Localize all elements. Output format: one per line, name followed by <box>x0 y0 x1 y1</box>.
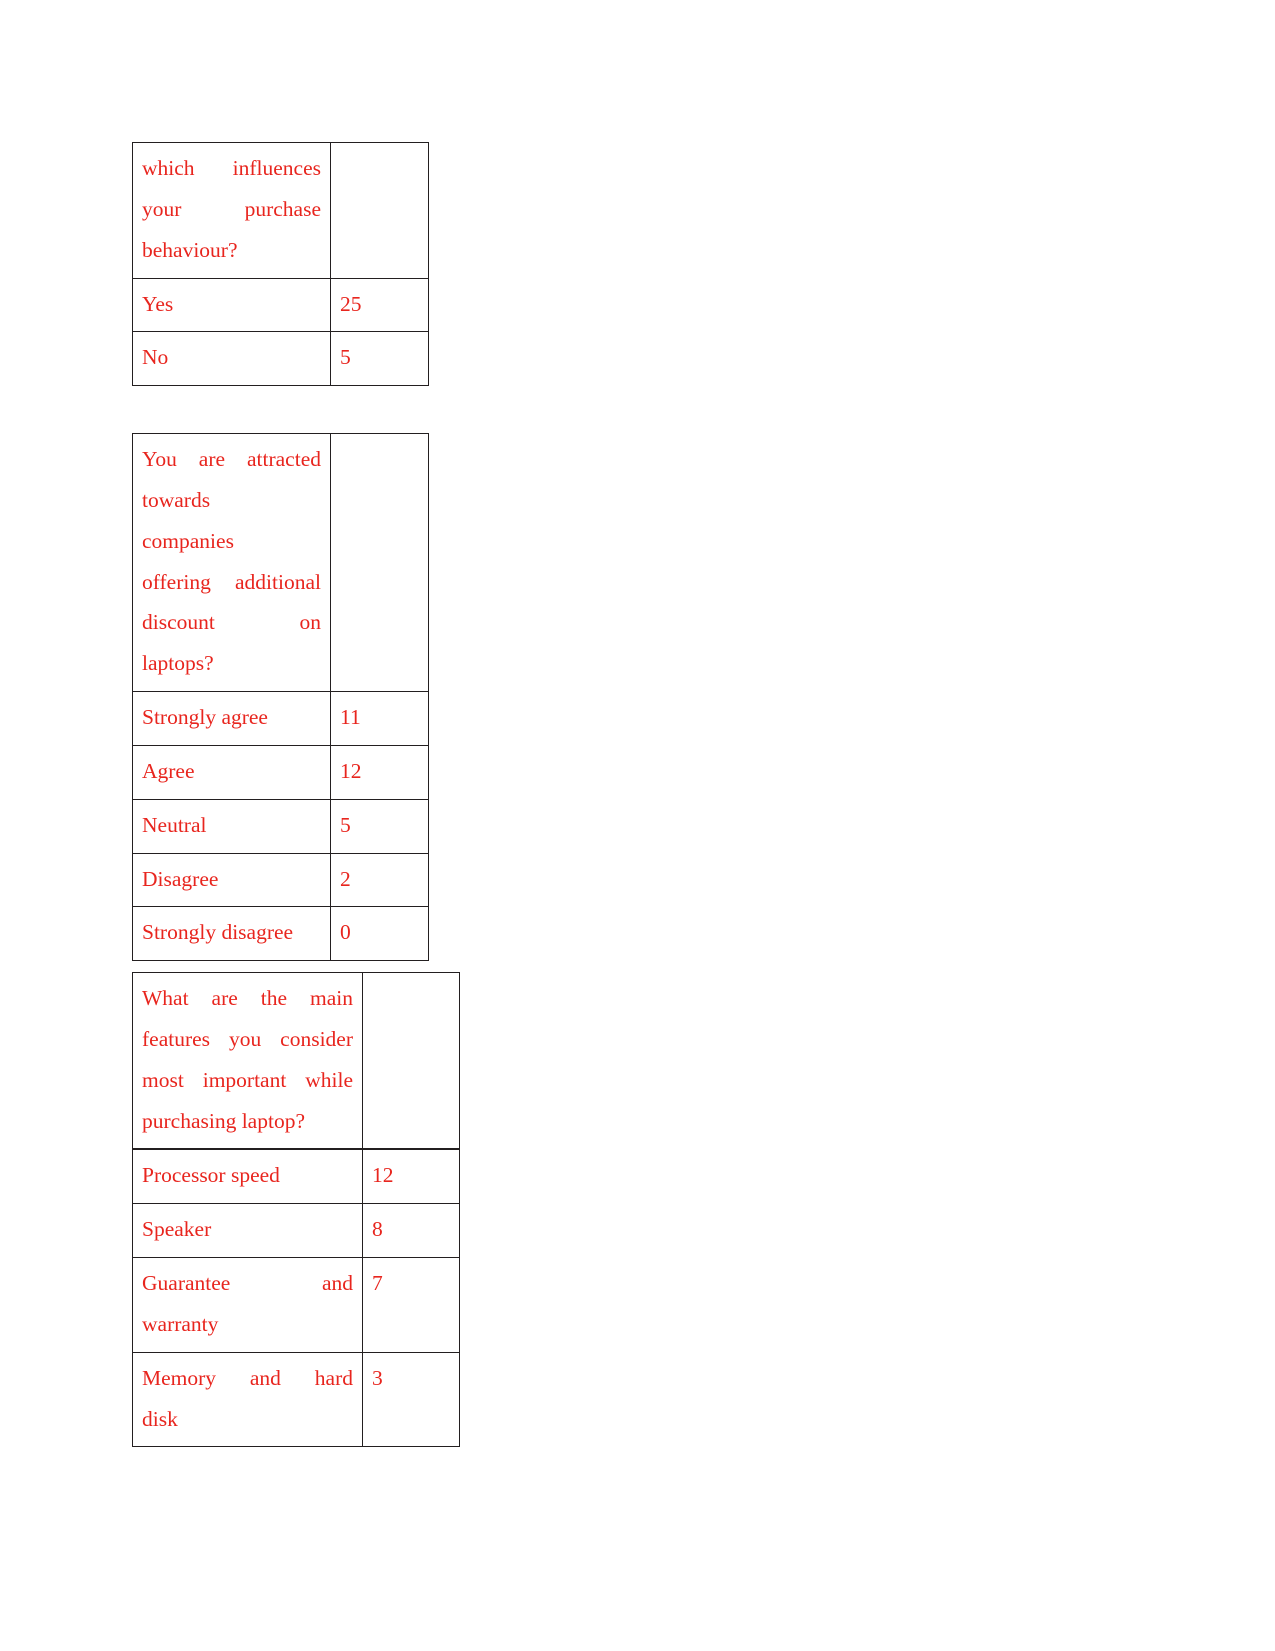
question-line: companies <box>142 528 234 553</box>
option-value: 7 <box>362 1257 460 1353</box>
option-label: Yes <box>132 277 331 333</box>
option-value: 0 <box>330 906 429 962</box>
question-line: discount on <box>142 610 321 635</box>
option-value: 5 <box>330 331 429 387</box>
table-row: Agree 12 <box>132 744 429 800</box>
question-cell: What are the main features you consider … <box>132 972 363 1151</box>
question-line: your purchase <box>142 196 321 221</box>
table-row: Strongly agree 11 <box>132 691 429 746</box>
question-line: features you consider <box>142 1026 353 1051</box>
table-row: Memory and hard disk 3 <box>132 1351 460 1448</box>
option-value: 12 <box>330 744 429 800</box>
table-row: Strongly disagree 0 <box>132 906 429 962</box>
table-row: Speaker 8 <box>132 1203 460 1259</box>
question-line: What are the main <box>142 986 353 1010</box>
option-label: No <box>132 331 331 387</box>
question-value-cell-empty <box>330 142 429 279</box>
question-cell: which influences your purchase behaviour… <box>132 142 331 279</box>
question-value-cell-empty <box>330 432 429 693</box>
option-label: Neutral <box>132 798 331 854</box>
document-page: which influences your purchase behaviour… <box>0 0 1275 1651</box>
table-row: Yes 25 <box>132 277 429 333</box>
option-label: Disagree <box>132 852 331 908</box>
option-value: 8 <box>362 1203 460 1259</box>
question-cell: You are attracted towards companies offe… <box>132 432 331 693</box>
question-line: purchasing laptop? <box>142 1108 305 1133</box>
option-value: 11 <box>330 691 429 746</box>
question-value-cell-empty <box>362 972 460 1151</box>
option-label: Processor speed <box>132 1148 363 1205</box>
option-label: Speaker <box>132 1203 363 1259</box>
option-label-line: warranty <box>142 1311 219 1336</box>
option-label: Memory and hard disk <box>132 1351 363 1448</box>
option-value: 3 <box>362 1351 460 1448</box>
question-line: laptops? <box>142 651 214 676</box>
survey-table-purchase-influence: which influences your purchase behaviour… <box>132 142 429 387</box>
table-row: Neutral 5 <box>132 798 429 854</box>
option-label: Agree <box>132 744 331 800</box>
question-line: offering additional <box>142 569 321 594</box>
option-label: Guarantee and warranty <box>132 1257 363 1353</box>
option-label-line: Memory and hard <box>142 1365 353 1390</box>
option-value: 12 <box>362 1148 460 1205</box>
survey-table-important-features: What are the main features you consider … <box>132 972 460 1448</box>
option-label-line: disk <box>142 1406 178 1431</box>
table-row: No 5 <box>132 331 429 387</box>
table-header-row: What are the main features you consider … <box>132 972 460 1151</box>
question-line: You are attracted <box>142 447 321 471</box>
question-line: most important while <box>142 1067 353 1092</box>
table-header-row: which influences your purchase behaviour… <box>132 142 429 279</box>
option-label: Strongly disagree <box>132 906 331 962</box>
option-label: Strongly agree <box>132 691 331 746</box>
table-row: Guarantee and warranty 7 <box>132 1257 460 1353</box>
survey-table-additional-discount: You are attracted towards companies offe… <box>132 432 429 962</box>
table-row: Disagree 2 <box>132 852 429 908</box>
question-line: towards <box>142 487 211 512</box>
option-label-line: Guarantee and <box>142 1271 353 1296</box>
option-value: 25 <box>330 277 429 333</box>
question-line: which influences <box>142 156 321 180</box>
option-value: 5 <box>330 798 429 854</box>
table-header-row: You are attracted towards companies offe… <box>132 432 429 693</box>
option-value: 2 <box>330 852 429 908</box>
question-line: behaviour? <box>142 237 238 262</box>
table-row: Processor speed 12 <box>132 1148 460 1205</box>
